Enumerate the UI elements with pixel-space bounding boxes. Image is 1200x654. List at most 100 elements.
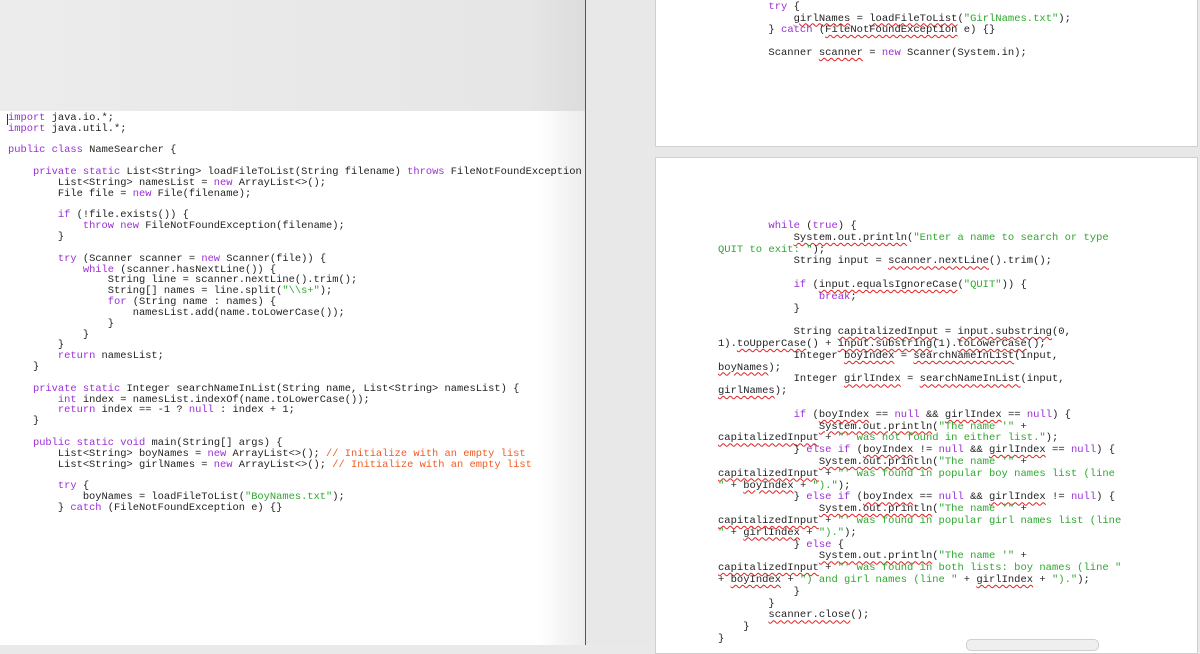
code-token: )) {: [1001, 278, 1027, 291]
string-token: "The name '": [938, 420, 1015, 433]
code-token: );: [1045, 432, 1059, 445]
code-block-left[interactable]: import java.io.*; import java.util.*; pub…: [8, 113, 582, 514]
string-token: "The name '": [938, 503, 1015, 516]
code-line: return index == -1 ? null : index + 1;: [8, 405, 582, 416]
code-token: (: [806, 278, 819, 291]
spellcheck-error-token: input.substring: [957, 326, 1052, 339]
spellcheck-error-token: girlIndex: [976, 573, 1034, 586]
code-token: +: [818, 467, 838, 480]
code-token: ==: [1001, 408, 1027, 421]
code-token: ();: [850, 609, 870, 622]
code-token: (input,: [1020, 373, 1065, 386]
code-token: List<String> girlNames =: [8, 458, 214, 471]
spellcheck-error-token: toUpperCase: [736, 337, 807, 350]
code-token: +: [724, 479, 744, 492]
code-token: }: [718, 24, 782, 36]
code-token: );: [1077, 573, 1090, 586]
code-token: );: [319, 285, 333, 298]
code-line: }: [718, 621, 1121, 634]
code-line: return namesList;: [8, 351, 582, 362]
string-token: "' was not found in either list.": [837, 432, 1046, 445]
code-token: ==: [1045, 444, 1071, 457]
spellcheck-error-token: capitalizedInput: [718, 467, 819, 480]
text-cursor: [7, 114, 8, 125]
code-token: &&: [963, 491, 990, 504]
spellcheck-error-token: scanner.nextLine: [888, 255, 989, 268]
code-token: (input,: [1014, 349, 1059, 362]
code-token: +: [799, 526, 819, 539]
string-token: "GirlNames.txt": [963, 12, 1059, 25]
spellcheck-error-token: girlIndex: [743, 526, 800, 539]
code-token: );: [774, 385, 788, 398]
code-token: (1).: [932, 337, 958, 350]
code-token: Scanner: [718, 47, 819, 59]
code-token: );: [1058, 12, 1071, 25]
code-token: ();: [1026, 337, 1046, 350]
code-token: !=: [913, 444, 939, 457]
code-line: }: [718, 586, 1121, 599]
keyword-token: new: [213, 458, 233, 471]
code-line: } catch (FileNotFoundException e) {}: [8, 501, 582, 514]
keyword-token: break: [818, 290, 851, 303]
code-line: Scanner scanner = new Scanner(System.in)…: [718, 47, 1071, 60]
code-token: +: [718, 573, 731, 586]
code-line: }: [8, 362, 582, 373]
string-token: "\\s+": [282, 285, 320, 298]
code-token: Scanner(System.in);: [900, 47, 1027, 59]
keyword-token: null: [938, 491, 964, 504]
string-token: ").": [812, 479, 838, 492]
code-token: (FileNotFoundException e) {}: [101, 501, 283, 514]
code-line: public class NameSearcher {: [8, 145, 582, 156]
spellcheck-error-token: input.substring: [837, 337, 933, 350]
code-token: }: [718, 491, 807, 504]
code-token: 1).: [718, 337, 737, 350]
keyword-token: new: [881, 47, 901, 59]
code-token: : index + 1;: [213, 404, 295, 417]
spellcheck-error-token: boyIndex: [844, 349, 895, 362]
spellcheck-error-token: girlIndex: [989, 491, 1046, 504]
code-token: =: [900, 373, 920, 386]
code-token: );: [837, 479, 851, 492]
code-token: =: [862, 47, 882, 59]
spellcheck-error-token: scanner: [818, 47, 863, 59]
spellcheck-error-token: capitalizedInput: [718, 562, 819, 575]
keyword-token: if: [793, 408, 807, 421]
comment-token: // Initialize with an empty list: [332, 458, 532, 471]
spellcheck-error-token: System.out.println: [793, 231, 908, 244]
code-token: +: [818, 562, 838, 575]
code-token: (: [850, 491, 863, 504]
code-token: () +: [806, 337, 838, 350]
code-line: File file = new File(filename);: [8, 188, 582, 200]
spellcheck-error-token: capitalizedInput: [718, 514, 819, 527]
spellcheck-error-token: FileNotFoundException: [825, 24, 958, 36]
code-token: e) {}: [957, 24, 996, 36]
code-line: } catch (FileNotFoundException e) {}: [718, 24, 1071, 37]
code-token: +: [1014, 550, 1027, 563]
code-token: +: [818, 432, 838, 445]
code-block-right-bottom[interactable]: while (true) { System.out.println("Enter…: [718, 220, 1122, 646]
code-line: girlNames);: [718, 385, 1121, 398]
code-token: (: [806, 408, 819, 421]
code-token: }: [718, 597, 775, 610]
spellcheck-error-token: boyIndex: [730, 573, 782, 586]
spellcheck-error-token: capitalizedInput: [837, 326, 939, 339]
spellcheck-error-token: girlIndex: [844, 373, 901, 386]
code-token: NameSearcher {: [82, 144, 177, 157]
string-token: "' was found in both lists: boy names (l…: [837, 562, 1122, 575]
spellcheck-error-token: boyNames: [718, 361, 769, 374]
spellcheck-error-token: System.out.println: [818, 550, 933, 563]
keyword-token: true: [812, 220, 838, 232]
code-token: FileNotFoundException(filename);: [138, 220, 345, 233]
keyword-token: null: [1026, 408, 1053, 421]
code-token: ) {: [837, 220, 857, 232]
string-token: QUIT to exit: ": [718, 243, 813, 256]
code-token: }: [718, 538, 807, 551]
keyword-token: try: [768, 1, 788, 13]
code-block-right-top[interactable]: try { girlNames = loadFileToList ("GirlNa…: [718, 1, 1071, 60]
